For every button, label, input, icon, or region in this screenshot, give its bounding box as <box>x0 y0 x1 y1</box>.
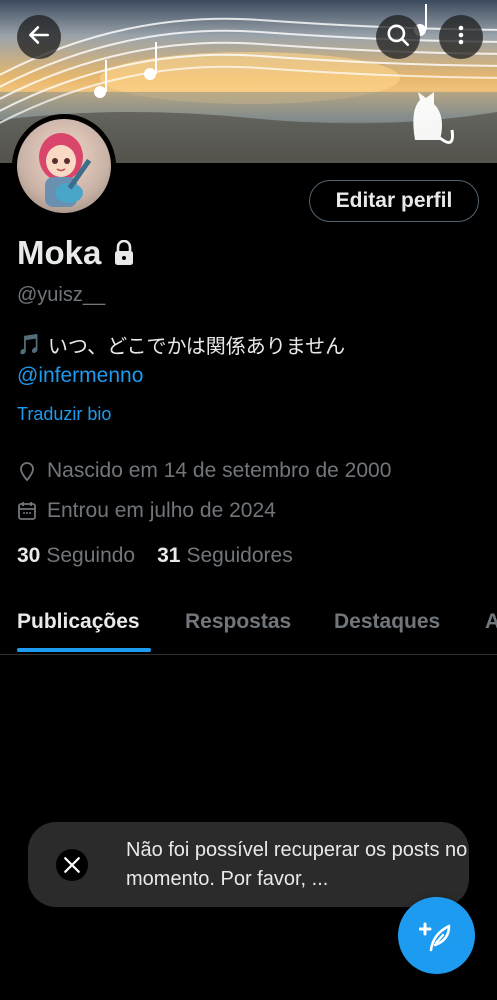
tab-highlights[interactable]: Destaques <box>334 610 440 634</box>
birth-date-text: Nascido em 14 de setembro de 2000 <box>47 459 392 482</box>
lock-icon <box>113 240 135 266</box>
more-options-button[interactable] <box>439 15 483 59</box>
profile-tabs: Publicações Respostas Destaques A <box>0 598 497 655</box>
display-name: Moka <box>17 234 102 271</box>
tab-posts[interactable]: Publicações <box>17 610 140 634</box>
following-count: 30 <box>17 544 41 567</box>
birth-date: Nascido em 14 de setembro de 2000 <box>17 459 391 483</box>
search-icon <box>385 22 411 53</box>
location-pin-icon <box>17 460 37 482</box>
toast-message: Não foi possível recuperar os posts no m… <box>126 838 468 890</box>
error-toast: Não foi possível recuperar os posts no m… <box>28 822 469 907</box>
translate-bio-link[interactable]: Traduzir bio <box>17 404 111 425</box>
music-note-emoji: 🎵 <box>17 334 42 356</box>
calendar-icon <box>17 501 37 521</box>
feather-plus-icon <box>418 918 455 954</box>
active-tab-indicator <box>17 648 151 652</box>
compose-post-button[interactable] <box>398 897 475 974</box>
profile-handle: @yuisz__ <box>17 284 106 306</box>
tab-articles[interactable]: A <box>485 610 497 634</box>
edit-profile-button[interactable]: Editar perfil <box>309 180 479 222</box>
back-button[interactable] <box>17 15 61 59</box>
followers-label: Seguidores <box>186 544 293 567</box>
avatar-image <box>17 119 111 213</box>
search-button[interactable] <box>376 15 420 59</box>
tab-replies[interactable]: Respostas <box>185 610 291 634</box>
bio-text: いつ、どこでかは関係ありません <box>47 336 346 358</box>
joined-date: Entrou em julho de 2024 <box>17 499 276 523</box>
followers-link[interactable]: 31 Seguidores <box>157 544 293 568</box>
more-vertical-icon <box>449 23 473 52</box>
arrow-left-icon <box>26 22 52 53</box>
following-link[interactable]: 30 Seguindo <box>17 544 135 568</box>
bio-mention-link[interactable]: @infermenno <box>17 364 143 388</box>
followers-count: 31 <box>157 544 181 567</box>
x-logo-icon <box>56 848 88 881</box>
avatar[interactable] <box>12 114 116 218</box>
profile-name: Moka <box>17 234 135 272</box>
follow-stats: 30 Seguindo 31 Seguidores <box>17 544 293 568</box>
following-label: Seguindo <box>46 544 136 567</box>
joined-date-text: Entrou em julho de 2024 <box>47 499 276 522</box>
bio: 🎵 いつ、どこでかは関係ありません <box>17 330 345 359</box>
